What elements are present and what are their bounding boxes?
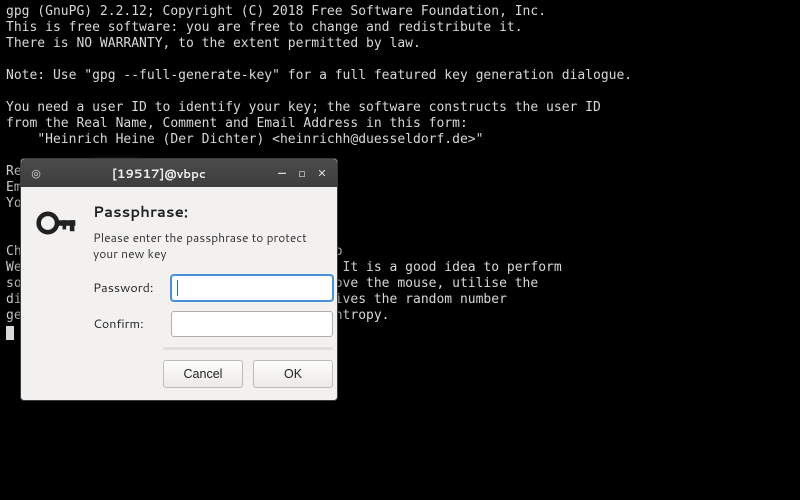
app-menu-icon: ◎ (29, 166, 43, 180)
dialog-titlebar[interactable]: ◎ [19517]@vbpc — ▫ ✕ (21, 159, 337, 187)
cancel-button[interactable]: Cancel (163, 360, 243, 388)
password-input[interactable] (171, 275, 333, 301)
terminal-line (6, 84, 794, 100)
text-caret (177, 280, 178, 296)
terminal-cursor (6, 326, 14, 340)
close-icon[interactable]: ✕ (315, 166, 329, 180)
terminal-line (6, 52, 794, 68)
terminal-line: You need a user ID to identify your key;… (6, 100, 794, 116)
dialog-title: [19517]@vbpc (49, 165, 269, 182)
key-icon (35, 201, 79, 245)
minimize-icon[interactable]: — (275, 166, 289, 180)
ok-button[interactable]: OK (253, 360, 333, 388)
maximize-icon[interactable]: ▫ (295, 166, 309, 180)
password-label: Password: (93, 279, 163, 297)
passphrase-dialog: ◎ [19517]@vbpc — ▫ ✕ Passphrase: Please … (20, 158, 338, 401)
confirm-label: Confirm: (93, 315, 163, 333)
confirm-input[interactable] (171, 311, 333, 337)
terminal-line: from the Real Name, Comment and Email Ad… (6, 116, 794, 132)
terminal-line: This is free software: you are free to c… (6, 20, 794, 36)
strength-bar (163, 347, 333, 350)
terminal-line: "Heinrich Heine (Der Dichter) <heinrichh… (6, 132, 794, 148)
dialog-description: Please enter the passphrase to protect y… (93, 230, 333, 261)
terminal-line: gpg (GnuPG) 2.2.12; Copyright (C) 2018 F… (6, 4, 794, 20)
terminal-line: Note: Use "gpg --full-generate-key" for … (6, 68, 794, 84)
terminal-line: There is NO WARRANTY, to the extent perm… (6, 36, 794, 52)
dialog-heading: Passphrase: (93, 201, 333, 222)
